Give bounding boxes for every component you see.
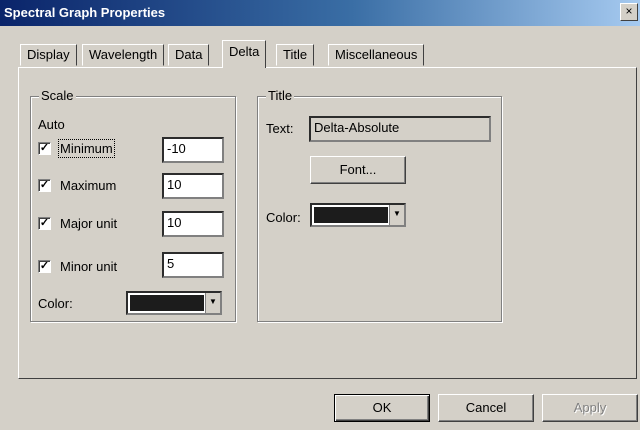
minor-unit-label: Minor unit — [60, 259, 118, 274]
tab-label: Wavelength — [89, 47, 158, 62]
chevron-down-icon[interactable]: ▼ — [389, 205, 404, 225]
chevron-down-icon[interactable]: ▼ — [205, 293, 220, 313]
tab-delta[interactable]: Delta — [222, 40, 267, 68]
scale-color-label: Color: — [38, 296, 73, 311]
window-title: Spectral Graph Properties — [4, 5, 166, 20]
major-unit-label: Major unit — [60, 216, 118, 231]
close-icon[interactable]: × — [620, 3, 638, 21]
title-text-label: Text: — [266, 121, 294, 136]
tab-label: Display — [27, 47, 70, 62]
tab-title[interactable]: Title — [276, 44, 315, 66]
title-color-swatch — [314, 207, 388, 223]
minimum-checkbox[interactable]: ✓ — [38, 142, 51, 155]
tab-label: Data — [175, 47, 203, 62]
tab-display[interactable]: Display — [20, 44, 77, 66]
maximum-input[interactable]: 10 — [162, 173, 224, 199]
scale-color-swatch — [130, 295, 204, 311]
major-unit-checkbox[interactable]: ✓ — [38, 217, 51, 230]
major-unit-input[interactable]: 10 — [162, 211, 224, 237]
maximum-checkbox[interactable]: ✓ — [38, 179, 51, 192]
scale-color-picker[interactable]: ▼ — [126, 291, 222, 315]
minimum-label: Minimum — [58, 139, 115, 158]
scale-group-label: Scale — [39, 88, 76, 103]
minor-unit-checkbox[interactable]: ✓ — [38, 260, 51, 273]
tab-data[interactable]: Data — [168, 44, 210, 66]
title-color-picker[interactable]: ▼ — [310, 203, 406, 227]
title-text-field[interactable]: Delta-Absolute — [309, 116, 491, 142]
title-bar: Spectral Graph Properties × — [0, 0, 640, 26]
title-color-label: Color: — [266, 210, 301, 225]
tab-miscellaneous[interactable]: Miscellaneous — [328, 44, 425, 66]
minimum-input[interactable]: -10 — [162, 137, 224, 163]
minor-unit-input[interactable]: 5 — [162, 252, 224, 278]
tab-wavelength[interactable]: Wavelength — [82, 44, 165, 66]
tab-label: Miscellaneous — [335, 47, 418, 62]
maximum-label: Maximum — [60, 178, 117, 193]
tab-label: Title — [283, 47, 308, 62]
tab-label: Delta — [229, 44, 260, 59]
cancel-button[interactable]: Cancel — [438, 394, 534, 422]
ok-button[interactable]: OK — [334, 394, 430, 422]
apply-button[interactable]: Apply — [542, 394, 638, 422]
title-group-label: Title — [266, 88, 295, 103]
font-button[interactable]: Font... — [310, 156, 406, 184]
auto-label: Auto — [38, 117, 65, 132]
